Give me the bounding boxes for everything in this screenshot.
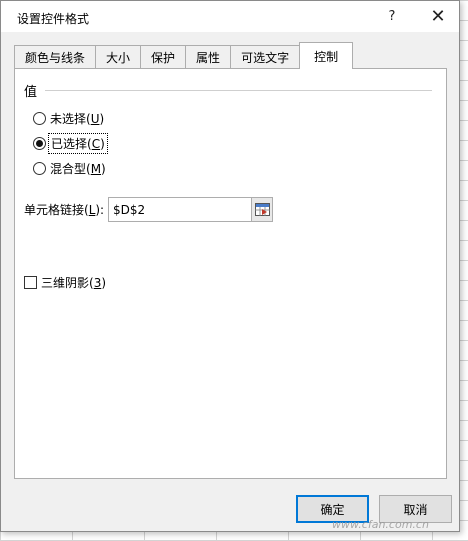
radio-label: 已选择(C) [48, 133, 108, 154]
radio-label: 未选择(U) [50, 112, 105, 126]
radio-label: 混合型(M) [50, 162, 106, 176]
shading-checkbox[interactable] [24, 276, 37, 289]
tab-alt-text[interactable]: 可选文字 [230, 45, 301, 69]
control-panel: 值 未选择(U) 已选择(C) 混合型(M) 单元格链接(L): $D$2 三维… [14, 68, 447, 479]
radio-circle-icon[interactable] [33, 162, 46, 175]
shading-label: 三维阴影(3) [41, 276, 107, 290]
help-button[interactable]: ? [369, 1, 415, 32]
group-divider [45, 90, 432, 91]
help-icon: ? [388, 9, 396, 24]
cell-link-input[interactable] [108, 197, 252, 222]
format-control-dialog: 设置控件格式 ? ✕ 颜色与线条 大小 保护 属性 可选文字 控制 值 未选择(… [0, 0, 460, 532]
tab-size[interactable]: 大小 [95, 45, 142, 69]
tab-properties[interactable]: 属性 [185, 45, 232, 69]
tab-colors-lines[interactable]: 颜色与线条 [14, 45, 97, 69]
radio-checked[interactable]: 已选择(C) [33, 133, 108, 154]
watermark: www.cfan.com.cn [332, 518, 429, 531]
radio-circle-icon[interactable] [33, 112, 46, 125]
value-group-label: 值 [24, 85, 38, 100]
close-icon: ✕ [430, 6, 446, 27]
radio-selected-icon[interactable] [33, 137, 46, 150]
range-select-button[interactable] [252, 197, 273, 222]
cell-link-label: 单元格链接(L): [24, 203, 105, 217]
dialog-title: 设置控件格式 [17, 12, 90, 26]
title-bar: 设置控件格式 ? ✕ [1, 1, 459, 32]
shading-row[interactable]: 三维阴影(3) [24, 274, 106, 291]
tab-control[interactable]: 控制 [299, 42, 354, 69]
tab-protection[interactable]: 保护 [140, 45, 187, 69]
tab-strip: 颜色与线条 大小 保护 属性 可选文字 控制 [14, 42, 354, 69]
cell-link-row: 单元格链接(L): [24, 197, 273, 222]
radio-unchecked[interactable]: 未选择(U) [33, 110, 104, 127]
range-select-icon [254, 203, 270, 216]
close-button[interactable]: ✕ [415, 1, 461, 32]
radio-mixed[interactable]: 混合型(M) [33, 160, 106, 177]
